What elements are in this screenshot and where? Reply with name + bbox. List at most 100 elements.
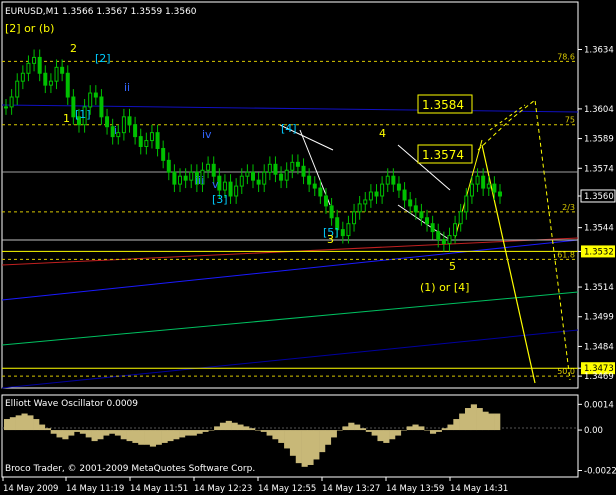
fib-level-label: 78.6 (557, 52, 575, 61)
oscillator-bar (342, 426, 349, 431)
oscillator-bar (418, 426, 425, 431)
oscillator-bar (459, 413, 466, 431)
wave-label: ii (124, 81, 130, 94)
oscillator-bar (400, 430, 407, 431)
oscillator-bar (441, 428, 448, 431)
oscillator-bar (196, 430, 203, 434)
wave-label: 5 (449, 260, 456, 273)
oscillator-bar (149, 430, 157, 447)
oscillator-bar (44, 428, 51, 431)
wave-label: 1 (63, 112, 70, 125)
oscillator-bar (307, 430, 314, 465)
oscillator-bar (470, 404, 477, 431)
wave-label: [4] (281, 122, 297, 135)
oscillator-bar (97, 430, 104, 440)
oscillator-bar (371, 430, 378, 436)
fib-level-label: 2/3 (562, 203, 575, 212)
oscillator-bar (272, 430, 279, 440)
oscillator-bar (424, 430, 431, 431)
oscillator-bar (429, 430, 437, 434)
wave-label: [2] (95, 52, 111, 65)
oscillator-bar (114, 430, 122, 436)
oscillator-bar (190, 430, 197, 436)
oscillator-bar (482, 411, 489, 431)
price-tick-label: 1.3589 (584, 135, 614, 145)
oscillator-bar (138, 430, 145, 445)
oscillator-bar (126, 430, 133, 442)
oscillator-bar (167, 430, 174, 442)
oscillator-bar (214, 426, 221, 431)
time-tick-label: 14 May 14:31 (450, 484, 508, 494)
wave-label: i (114, 124, 117, 137)
chart-header: EURUSD,M1 1.3566 1.3567 1.3559 1.3560 (5, 7, 197, 17)
oscillator-bar (476, 408, 483, 431)
oscillator-bar (260, 430, 267, 432)
oscillator-bar (266, 430, 273, 436)
price-tick-label: 1.3532 (584, 247, 614, 257)
oscillator-bar (348, 422, 355, 431)
price-tick-label: 1.3514 (584, 283, 614, 293)
oscillator-bar (184, 430, 192, 436)
oscillator-bar (389, 430, 396, 440)
oscillator-bar (284, 430, 291, 449)
oscillator-bar (365, 430, 372, 432)
price-tick-label: 1.3469 (584, 372, 614, 382)
oscillator-bar (219, 422, 227, 431)
oscillator-bar (179, 430, 186, 438)
oscillator-bar (15, 415, 22, 431)
oscillator-bar (56, 430, 63, 438)
oscillator-bar (21, 413, 28, 431)
oscillator-bar (9, 417, 16, 431)
price-tick-label: 1.3574 (584, 164, 614, 174)
oscillator-bar (412, 424, 419, 431)
oscillator-bar (319, 430, 326, 453)
oscillator-tick-label: 0.00 (584, 426, 603, 436)
wave-label: 4 (379, 127, 386, 140)
wave-label: iii (195, 174, 204, 187)
time-tick-label: 14 May 11:19 (66, 484, 124, 494)
boxed-price-label: 1.3584 (422, 98, 464, 112)
oscillator-bar (453, 419, 460, 431)
time-tick-label: 14 May 2009 (3, 484, 58, 494)
oscillator-bar (435, 430, 442, 432)
price-tick-label: 1.3604 (584, 105, 614, 115)
oscillator-bar (50, 430, 57, 434)
oscillator-bar (301, 430, 308, 467)
oscillator-bar (243, 426, 250, 431)
oscillator-bar (359, 428, 367, 431)
oscillator-bar (62, 430, 69, 440)
chart-window: 78.6752/361.850.0 [2] or (b)21 [1][2]iii i… (0, 0, 616, 495)
fib-level-label: 75 (565, 116, 575, 125)
oscillator-bar (278, 430, 285, 443)
oscillator-bar (295, 430, 302, 464)
wave-label: [2] or (b) (5, 22, 54, 35)
oscillator-bar (103, 430, 110, 436)
oscillator-bar (85, 430, 92, 438)
oscillator-bar (155, 430, 162, 445)
oscillator-bar (173, 430, 180, 440)
oscillator-bar (208, 430, 215, 431)
oscillator-bar (324, 430, 332, 445)
time-tick-label: 14 May 13:59 (386, 484, 444, 494)
oscillator-bar (225, 420, 232, 431)
oscillator-title: Elliott Wave Oscillator 0.0009 (5, 399, 138, 409)
wave-label: [1] (75, 108, 91, 121)
oscillator-bar (377, 430, 384, 442)
price-tick-label: 1.3560 (584, 192, 614, 202)
oscillator-bar (202, 430, 209, 432)
copyright-text: Broco Trader, © 2001-2009 MetaQuotes Sof… (5, 464, 255, 474)
oscillator-bar (33, 419, 40, 431)
price-tick-label: 1.3484 (584, 342, 614, 352)
price-tick-label: 1.3499 (584, 313, 614, 323)
oscillator-bar (144, 430, 151, 445)
oscillator-bar (120, 430, 127, 440)
wave-label: v (212, 178, 219, 191)
oscillator-bar (109, 430, 116, 434)
time-tick-label: 14 May 12:23 (194, 484, 252, 494)
oscillator-bar (406, 426, 413, 431)
oscillator-bar (313, 430, 320, 460)
oscillator-bar (249, 428, 256, 431)
oscillator-bar (383, 430, 390, 443)
oscillator-bar (68, 430, 75, 436)
time-tick-label: 14 May 12:55 (258, 484, 316, 494)
